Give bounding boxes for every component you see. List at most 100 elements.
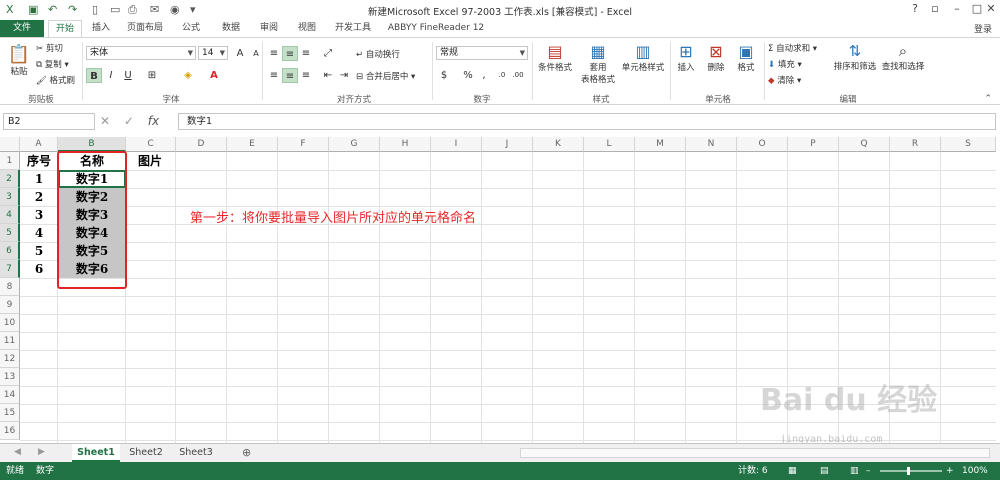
ribbon-display-icon[interactable]: ▫	[924, 2, 946, 16]
decrease-indent-icon[interactable]: ⇤	[320, 68, 336, 83]
tab-file[interactable]: 文件	[0, 20, 44, 37]
tab-developer[interactable]: 开发工具	[328, 20, 378, 37]
page-layout-view-icon[interactable]: ▤	[820, 462, 829, 480]
comma-icon[interactable]: ,	[476, 68, 492, 83]
column-header[interactable]: G	[329, 137, 380, 152]
align-center-icon[interactable]: ≡	[282, 68, 298, 83]
cell-a2[interactable]: 1	[20, 170, 58, 188]
name-box[interactable]: B2	[3, 113, 95, 130]
row-header[interactable]: 10	[0, 314, 20, 332]
zoom-slider[interactable]	[880, 470, 942, 472]
zoom-slider-handle[interactable]	[907, 467, 910, 475]
close-icon[interactable]: ✕	[980, 2, 1000, 16]
italic-button[interactable]: I	[103, 68, 119, 83]
cancel-icon[interactable]: ✕	[100, 114, 110, 128]
copy-button[interactable]: ⧉ 复制 ▾	[36, 58, 69, 70]
collapse-ribbon-icon[interactable]: ⌃	[984, 94, 992, 104]
merge-center-button[interactable]: ⊟ 合并后居中 ▾	[356, 70, 415, 82]
find-select-button[interactable]: ⌕ 查找和选择	[880, 42, 926, 72]
wrap-text-button[interactable]: ↵ 自动换行	[356, 48, 400, 60]
column-header[interactable]: P	[788, 137, 839, 152]
format-cells-button[interactable]: ▣ 格式	[734, 42, 758, 73]
align-right-icon[interactable]: ≡	[298, 68, 314, 83]
column-header[interactable]: F	[278, 137, 329, 152]
enter-icon[interactable]: ✓	[124, 114, 134, 128]
horizontal-scrollbar[interactable]	[520, 448, 990, 458]
cell-a7[interactable]: 6	[20, 260, 58, 278]
conditional-format-button[interactable]: ▤ 条件格式	[536, 42, 574, 73]
row-header[interactable]: 2	[0, 170, 20, 188]
paste-button[interactable]: 📋 粘贴	[6, 44, 32, 77]
tab-data[interactable]: 数据	[214, 20, 248, 37]
cell-styles-button[interactable]: ▥ 单元格样式	[620, 42, 666, 73]
cell-a3[interactable]: 2	[20, 188, 58, 206]
cut-button[interactable]: ✂ 剪切	[36, 42, 63, 54]
align-top-icon[interactable]: ≡	[266, 46, 282, 61]
column-header[interactable]: L	[584, 137, 635, 152]
grow-font-button[interactable]: A	[232, 46, 248, 61]
percent-icon[interactable]: %	[460, 68, 476, 83]
bold-button[interactable]: B	[86, 68, 102, 83]
column-header[interactable]: B	[58, 137, 126, 152]
column-header[interactable]: C	[126, 137, 176, 152]
row-header[interactable]: 4	[0, 206, 20, 224]
column-header[interactable]: S	[941, 137, 996, 152]
delete-cells-button[interactable]: ⊠ 删除	[704, 42, 728, 73]
tab-review[interactable]: 审阅	[254, 20, 284, 37]
row-header[interactable]: 8	[0, 278, 20, 296]
sort-filter-button[interactable]: ⇅ 排序和筛选	[832, 42, 878, 72]
increase-indent-icon[interactable]: ⇥	[336, 68, 352, 83]
cell-a6[interactable]: 5	[20, 242, 58, 260]
sheet-tab[interactable]: Sheet1	[72, 444, 120, 462]
autosum-button[interactable]: Σ 自动求和 ▾	[768, 42, 817, 54]
align-left-icon[interactable]: ≡	[266, 68, 282, 83]
insert-cells-button[interactable]: ⊞ 插入	[674, 42, 698, 73]
clear-button[interactable]: ◆ 清除 ▾	[768, 74, 801, 86]
zoom-out-icon[interactable]: –	[866, 462, 871, 480]
column-header[interactable]: H	[380, 137, 431, 152]
row-header[interactable]: 5	[0, 224, 20, 242]
column-header[interactable]: Q	[839, 137, 890, 152]
align-middle-icon[interactable]: ≡	[282, 46, 298, 61]
column-header[interactable]: N	[686, 137, 737, 152]
column-header[interactable]: A	[20, 137, 58, 152]
row-header[interactable]: 11	[0, 332, 20, 350]
select-all-corner[interactable]	[0, 137, 20, 152]
tab-formulas[interactable]: 公式	[176, 20, 206, 37]
borders-icon[interactable]: ⊞	[144, 68, 160, 83]
font-color-icon[interactable]: A	[206, 68, 222, 83]
login-link[interactable]: 登录	[974, 22, 992, 35]
orientation-icon[interactable]: ⤢	[320, 46, 336, 61]
format-as-table-button[interactable]: ▦ 套用 表格格式	[578, 42, 618, 85]
font-name-select[interactable]: 宋体 ▼	[86, 46, 196, 60]
increase-decimal-icon[interactable]: .0	[494, 68, 510, 83]
scroll-right-icon[interactable]: ▶	[38, 447, 45, 457]
normal-view-icon[interactable]: ▦	[788, 462, 797, 480]
fill-color-icon[interactable]: ◈	[180, 68, 196, 83]
add-sheet-icon[interactable]: ⊕	[242, 446, 251, 459]
row-header[interactable]: 3	[0, 188, 20, 206]
currency-icon[interactable]: $	[436, 68, 452, 83]
cell-a1[interactable]: 序号	[20, 152, 58, 170]
format-painter-button[interactable]: 🖌 格式刷	[36, 74, 75, 86]
row-header[interactable]: 7	[0, 260, 20, 278]
tab-abbyy[interactable]: ABBYY FineReader 12	[386, 20, 486, 37]
column-header[interactable]: R	[890, 137, 941, 152]
page-break-view-icon[interactable]: ▥	[850, 462, 859, 480]
minimize-icon[interactable]: –	[946, 2, 968, 16]
number-format-select[interactable]: 常规 ▼	[436, 46, 528, 60]
cell-a5[interactable]: 4	[20, 224, 58, 242]
row-header[interactable]: 13	[0, 368, 20, 386]
underline-button[interactable]: U	[120, 68, 136, 83]
cell-c1[interactable]: 图片	[126, 152, 176, 170]
zoom-level[interactable]: 100%	[962, 462, 988, 480]
scroll-left-icon[interactable]: ◀	[14, 447, 21, 457]
tab-home[interactable]: 开始	[48, 20, 82, 37]
fill-button[interactable]: ⬇ 填充 ▾	[768, 58, 802, 70]
column-header[interactable]: I	[431, 137, 482, 152]
column-header[interactable]: O	[737, 137, 788, 152]
formula-input[interactable]: 数字1	[178, 113, 996, 130]
tab-insert[interactable]: 插入	[86, 20, 116, 37]
row-header[interactable]: 6	[0, 242, 20, 260]
sheet-tab[interactable]: Sheet3	[172, 444, 220, 462]
